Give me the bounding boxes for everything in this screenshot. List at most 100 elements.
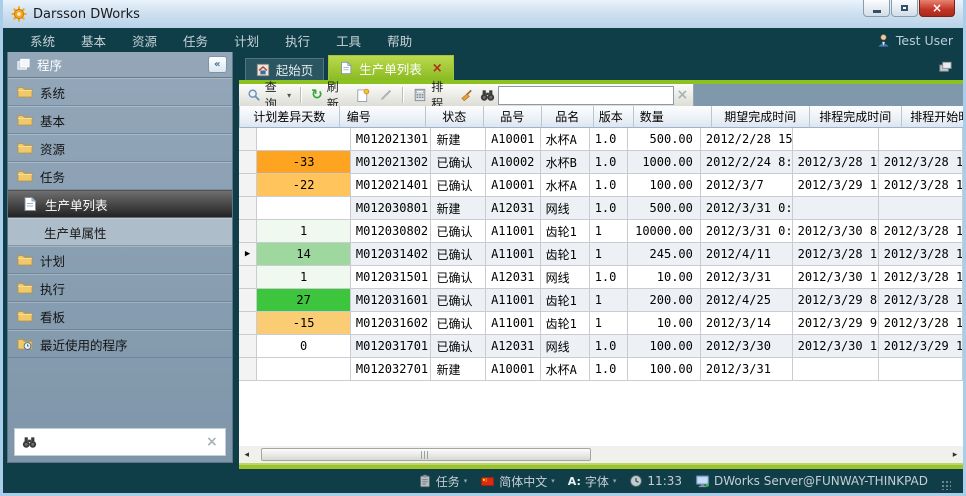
column-header[interactable]: 排程完成时间 — [810, 106, 902, 128]
scrollbar-track[interactable] — [255, 447, 947, 462]
tab-production-order-list[interactable]: 生产单列表 × — [328, 55, 453, 80]
menu-item[interactable]: 任务 — [170, 31, 221, 50]
sidebar-item-label: 生产单属性 — [44, 223, 107, 242]
cell-order-code: M012031701 — [351, 335, 432, 358]
menu-item[interactable]: 执行 — [272, 31, 323, 50]
table-row[interactable]: 1 M012031501 已确认 A12031 网线 1.0 10.00 201… — [239, 266, 963, 289]
cell-expected-finish: 2012/3/31 0:17 — [701, 220, 793, 243]
sidebar-item[interactable]: 基本 — [8, 106, 232, 134]
menu-item[interactable]: 工具 — [323, 31, 374, 50]
sidebar-item[interactable]: 任务 — [8, 162, 232, 190]
menu-item[interactable]: 基本 — [68, 31, 119, 50]
table-row[interactable]: 0 M012031701 已确认 A12031 网线 1.0 100.00 20… — [239, 335, 963, 358]
cell-item-no: A12031 — [486, 266, 541, 289]
refresh-button[interactable]: ↻ 刷新 — [308, 85, 349, 105]
sidebar-item-label: 看板 — [40, 307, 65, 326]
cell-order-code: M012021301 — [351, 128, 432, 151]
tab-home[interactable]: 起始页 — [245, 58, 325, 80]
sidebar-item[interactable]: 生产单列表 — [8, 190, 232, 218]
column-header[interactable]: 状态 — [426, 106, 484, 128]
user-menu[interactable]: Test User — [876, 33, 953, 48]
sidebar-item[interactable]: 资源 — [8, 134, 232, 162]
sidebar-search-input[interactable] — [42, 434, 201, 450]
schedule-button[interactable]: 排程 — [410, 85, 453, 105]
resize-grip[interactable] — [941, 480, 951, 490]
windows-stack-icon[interactable] — [938, 59, 953, 74]
tab-strip: 起始页 生产单列表 × — [239, 52, 963, 80]
table-row[interactable]: 1 M012030802 已确认 A11001 齿轮1 1 10000.00 2… — [239, 220, 963, 243]
production-order-table: 计划差异天数 编号 状态 品号 品名 版本 数量 — [239, 106, 963, 445]
close-button[interactable]: × — [919, 0, 955, 17]
cell-quantity: 200.00 — [628, 289, 701, 312]
sidebar-item[interactable]: 生产单属性 — [8, 218, 232, 246]
cell-status: 已确认 — [431, 335, 486, 358]
table-row[interactable]: M012021301 新建 A10001 水杯A 1.0 500.00 2012… — [239, 128, 963, 151]
column-header[interactable]: 品号 — [484, 106, 542, 128]
menu-item[interactable]: 计划 — [221, 31, 272, 50]
clean-button[interactable] — [456, 85, 477, 105]
folder-icon — [17, 168, 33, 184]
menu-item[interactable]: 资源 — [119, 31, 170, 50]
task-label: 任务 — [436, 473, 460, 490]
font-menu[interactable]: A: 字体 ▾ — [568, 473, 617, 490]
cell-version: 1 — [590, 312, 628, 335]
table-row[interactable]: -33 M012021302 已确认 A10002 水杯B 1.0 1000.0… — [239, 151, 963, 174]
sidebar-item[interactable]: 看板 — [8, 302, 232, 330]
column-header[interactable]: 版本 — [594, 106, 634, 128]
cell-expected-finish: 2012/4/25 — [701, 289, 793, 312]
scroll-right-arrow[interactable]: ▸ — [947, 450, 963, 460]
task-menu[interactable]: 任务 ▾ — [418, 473, 468, 490]
search-icon — [247, 88, 261, 102]
cell-schedule-start: 2012/3/28 10:52 — [879, 266, 963, 289]
column-header[interactable]: 品名 — [542, 106, 594, 128]
query-button[interactable]: 查询 ▾ — [244, 85, 294, 105]
sidebar-collapse-button[interactable]: « — [208, 56, 227, 73]
cell-order-code: M012031601 — [351, 289, 432, 312]
column-header[interactable]: 编号 — [340, 106, 426, 128]
toolbar-search-input[interactable] — [498, 86, 673, 105]
sidebar-search-box: × — [14, 428, 226, 456]
scrollbar-thumb[interactable] — [261, 448, 591, 461]
table-row[interactable]: -15 M012031602 已确认 A11001 齿轮1 1 10.00 20… — [239, 312, 963, 335]
table-row[interactable]: M012032701 新建 A10001 水杯A 1.0 100.00 2012… — [239, 358, 963, 381]
cell-item-no: A10002 — [486, 151, 541, 174]
sidebar-search-clear-icon[interactable]: × — [206, 435, 218, 449]
table-row[interactable]: ▶ 14 M012031402 已确认 A11001 齿轮1 1 245.00 … — [239, 243, 963, 266]
toolbar-separator — [300, 87, 302, 103]
cell-item-name: 齿轮1 — [541, 289, 590, 312]
tab-close-icon[interactable]: × — [432, 62, 443, 75]
edit-button[interactable] — [376, 85, 396, 105]
sidebar-item[interactable]: 执行 — [8, 274, 232, 302]
cell-schedule-finish: 2012/3/30 18:00 — [793, 266, 879, 289]
language-menu[interactable]: 简体中文 ▾ — [480, 473, 555, 490]
user-icon — [876, 33, 891, 48]
sidebar-item[interactable]: 最近使用的程序 — [8, 330, 232, 358]
toolbar-search-clear-icon[interactable]: × — [677, 88, 689, 102]
cell-item-name: 水杯A — [541, 358, 590, 381]
sidebar-item[interactable]: 计划 — [8, 246, 232, 274]
table-row[interactable]: M012030801 新建 A12031 网线 1.0 500.00 2012/… — [239, 197, 963, 220]
menu-item[interactable]: 系统 — [17, 31, 68, 50]
cell-schedule-start: 2012/3/28 17:13 — [879, 220, 963, 243]
folder-icon — [17, 140, 33, 156]
column-header[interactable]: 计划差异天数 — [240, 106, 340, 128]
minimize-button[interactable] — [863, 0, 890, 17]
sidebar-item[interactable]: 系统 — [8, 78, 232, 106]
binoculars-icon — [480, 88, 495, 103]
column-header[interactable]: 数量 — [634, 106, 712, 128]
new-button[interactable] — [352, 85, 373, 105]
menu-item[interactable]: 帮助 — [374, 31, 425, 50]
cell-schedule-finish: 2012/3/29 9:20 — [793, 312, 879, 335]
server-item: DWorks Server@FUNWAY-THINKPAD — [695, 474, 928, 489]
restore-button[interactable] — [891, 0, 918, 17]
chevron-down-icon: ▾ — [464, 477, 468, 485]
sidebar: 程序 « 系统 — [7, 52, 233, 463]
table-row[interactable]: 27 M012031601 已确认 A11001 齿轮1 1 200.00 20… — [239, 289, 963, 312]
cell-quantity: 10000.00 — [628, 220, 701, 243]
cell-version: 1 — [590, 289, 628, 312]
column-header[interactable]: 期望完成时间 — [712, 106, 810, 128]
column-header[interactable]: 排程开始时间 — [902, 106, 963, 128]
scroll-left-arrow[interactable]: ◂ — [239, 450, 255, 460]
cell-order-code: M012021302 — [351, 151, 432, 174]
table-row[interactable]: -22 M012021401 已确认 A10001 水杯A 1.0 100.00… — [239, 174, 963, 197]
